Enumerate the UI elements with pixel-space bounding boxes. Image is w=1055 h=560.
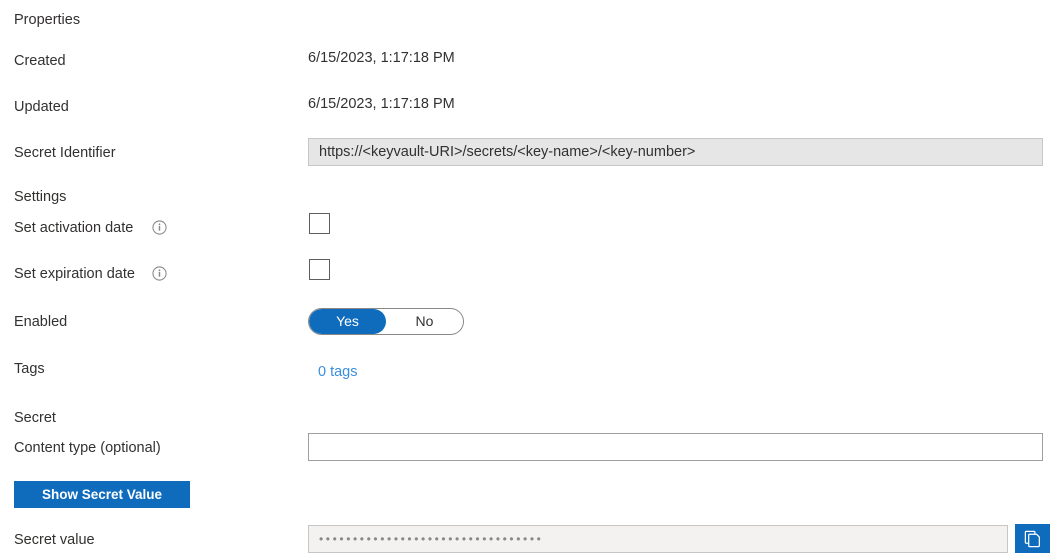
content-type-input[interactable] — [308, 433, 1043, 461]
created-label: Created — [14, 53, 66, 69]
updated-label: Updated — [14, 99, 69, 115]
secret-identifier-field[interactable]: https://<keyvault-URI>/secrets/<key-name… — [308, 138, 1043, 166]
secret-value-label: Secret value — [14, 532, 95, 548]
enabled-toggle[interactable]: Yes No — [308, 308, 464, 335]
set-expiration-date-label: Set expiration date — [14, 266, 135, 282]
properties-section-heading: Properties — [14, 12, 81, 28]
info-icon[interactable] — [152, 220, 167, 235]
set-activation-date-label: Set activation date — [14, 220, 134, 236]
copy-secret-button[interactable] — [1015, 524, 1050, 553]
content-type-label: Content type (optional) — [14, 440, 161, 456]
copy-icon — [1023, 529, 1042, 548]
enabled-toggle-no[interactable]: No — [386, 309, 463, 334]
set-activation-date-checkbox[interactable] — [309, 213, 330, 234]
updated-value: 6/15/2023, 1:17:18 PM — [308, 96, 455, 112]
secret-identifier-label: Secret Identifier — [14, 145, 116, 161]
secret-value-field[interactable]: ••••••••••••••••••••••••••••••••• — [308, 525, 1008, 553]
secret-section-heading: Secret — [14, 410, 56, 426]
secret-identifier-value: https://<keyvault-URI>/secrets/<key-name… — [319, 144, 696, 160]
created-value: 6/15/2023, 1:17:18 PM — [308, 50, 455, 66]
info-icon[interactable] — [152, 266, 167, 281]
tags-link[interactable]: 0 tags — [318, 362, 358, 382]
show-secret-value-button[interactable]: Show Secret Value — [14, 481, 190, 508]
enabled-toggle-yes[interactable]: Yes — [309, 309, 386, 334]
settings-section-heading: Settings — [14, 189, 67, 205]
set-expiration-date-checkbox[interactable] — [309, 259, 330, 280]
secret-value-masked: ••••••••••••••••••••••••••••••••• — [319, 532, 544, 546]
enabled-label: Enabled — [14, 314, 68, 330]
tags-label: Tags — [14, 361, 45, 377]
